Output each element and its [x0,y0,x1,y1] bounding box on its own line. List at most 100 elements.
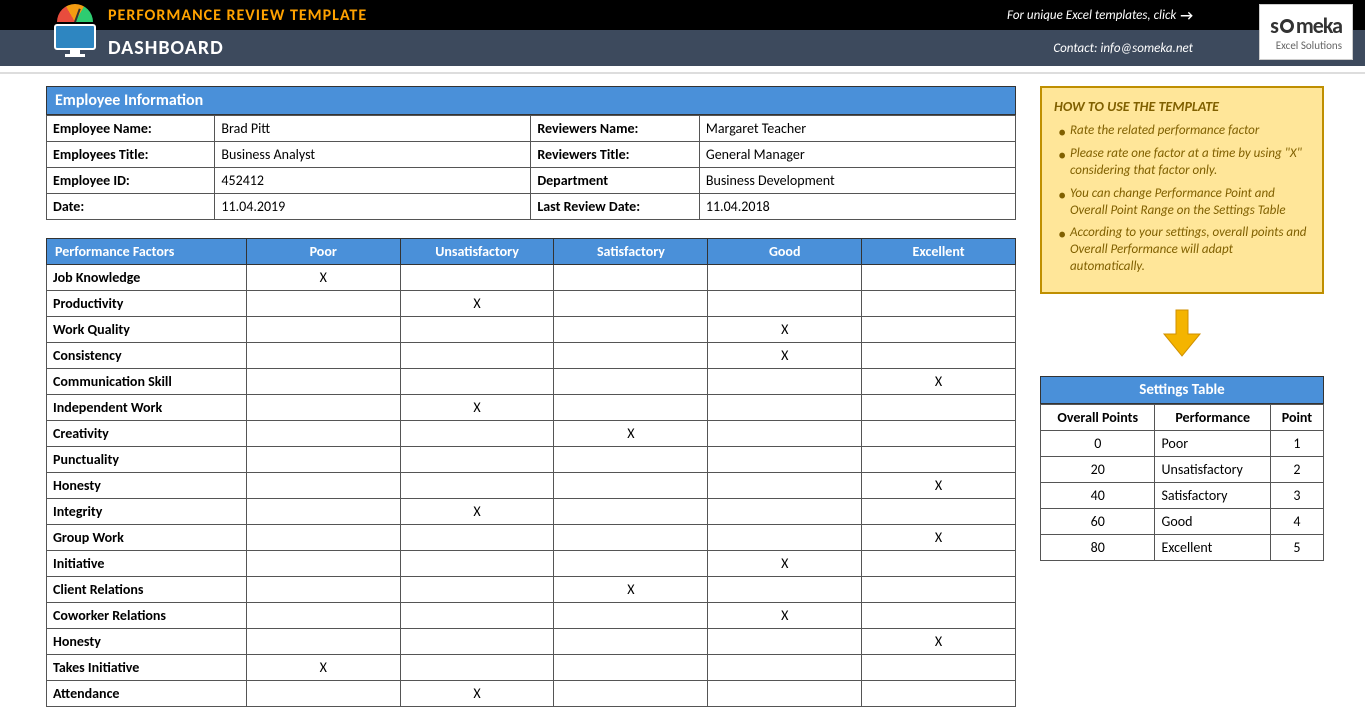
emp-value[interactable]: Business Analyst [215,142,531,168]
rating-cell[interactable] [708,525,862,551]
rating-cell[interactable] [862,577,1016,603]
rating-cell[interactable] [246,681,400,707]
performance-cell[interactable]: Good [1155,509,1270,535]
rating-cell[interactable] [246,447,400,473]
rating-cell[interactable] [708,369,862,395]
rating-cell[interactable] [246,551,400,577]
rating-cell[interactable] [708,447,862,473]
rating-cell[interactable] [246,577,400,603]
rating-cell[interactable] [246,499,400,525]
rating-cell[interactable]: X [400,395,554,421]
someka-badge[interactable]: smeka Excel Solutions [1259,4,1353,60]
rating-cell[interactable] [246,343,400,369]
rating-cell[interactable] [708,473,862,499]
point-cell[interactable]: 1 [1270,431,1323,457]
rating-cell[interactable] [862,421,1016,447]
performance-cell[interactable]: Satisfactory [1155,483,1270,509]
rating-cell[interactable] [554,291,708,317]
rating-cell[interactable] [246,473,400,499]
rating-cell[interactable]: X [708,317,862,343]
emp-value[interactable]: Brad Pitt [215,116,531,142]
rating-cell[interactable] [708,681,862,707]
rating-cell[interactable] [400,421,554,447]
rating-cell[interactable] [246,291,400,317]
rating-cell[interactable] [400,473,554,499]
point-cell[interactable]: 5 [1270,535,1323,561]
rating-cell[interactable]: X [862,369,1016,395]
rating-cell[interactable] [400,525,554,551]
rating-cell[interactable] [708,291,862,317]
rating-cell[interactable]: X [554,577,708,603]
rating-cell[interactable]: X [246,265,400,291]
rating-cell[interactable]: X [862,629,1016,655]
rating-cell[interactable] [862,395,1016,421]
rating-cell[interactable] [400,447,554,473]
rating-cell[interactable] [708,421,862,447]
rating-cell[interactable] [554,551,708,577]
rating-cell[interactable] [554,265,708,291]
rating-cell[interactable] [708,265,862,291]
rating-cell[interactable] [554,681,708,707]
point-cell[interactable]: 4 [1270,509,1323,535]
rating-cell[interactable] [708,655,862,681]
rating-cell[interactable] [554,395,708,421]
rating-cell[interactable] [246,317,400,343]
performance-cell[interactable]: Poor [1155,431,1270,457]
overall-points-cell[interactable]: 40 [1041,483,1155,509]
rating-cell[interactable]: X [246,655,400,681]
rating-cell[interactable] [554,317,708,343]
rating-cell[interactable] [246,629,400,655]
rating-cell[interactable] [400,369,554,395]
overall-points-cell[interactable]: 60 [1041,509,1155,535]
point-cell[interactable]: 3 [1270,483,1323,509]
rating-cell[interactable]: X [400,681,554,707]
rating-cell[interactable] [554,343,708,369]
rating-cell[interactable]: X [554,421,708,447]
emp-value[interactable]: Margaret Teacher [699,116,1015,142]
rating-cell[interactable] [246,395,400,421]
rating-cell[interactable] [862,317,1016,343]
rating-cell[interactable] [400,317,554,343]
rating-cell[interactable] [400,265,554,291]
rating-cell[interactable] [554,473,708,499]
rating-cell[interactable] [400,577,554,603]
rating-cell[interactable] [554,603,708,629]
arrow-right-icon[interactable]: → [1180,7,1193,24]
overall-points-cell[interactable]: 0 [1041,431,1155,457]
rating-cell[interactable] [246,369,400,395]
performance-cell[interactable]: Unsatisfactory [1155,457,1270,483]
rating-cell[interactable]: X [708,603,862,629]
emp-value[interactable]: 452412 [215,168,531,194]
rating-cell[interactable]: X [708,551,862,577]
rating-cell[interactable] [862,291,1016,317]
templates-link-text[interactable]: For unique Excel templates, click [1007,8,1176,23]
rating-cell[interactable] [400,629,554,655]
rating-cell[interactable] [246,603,400,629]
emp-value[interactable]: 11.04.2018 [699,194,1015,220]
rating-cell[interactable]: X [400,499,554,525]
emp-value[interactable]: General Manager [699,142,1015,168]
rating-cell[interactable] [554,499,708,525]
rating-cell[interactable] [862,655,1016,681]
rating-cell[interactable] [708,577,862,603]
overall-points-cell[interactable]: 20 [1041,457,1155,483]
rating-cell[interactable] [708,395,862,421]
rating-cell[interactable] [862,603,1016,629]
rating-cell[interactable] [862,343,1016,369]
rating-cell[interactable] [246,421,400,447]
rating-cell[interactable] [554,369,708,395]
rating-cell[interactable] [400,343,554,369]
rating-cell[interactable] [554,447,708,473]
rating-cell[interactable]: X [400,291,554,317]
rating-cell[interactable] [708,629,862,655]
rating-cell[interactable] [400,603,554,629]
rating-cell[interactable] [862,551,1016,577]
rating-cell[interactable] [400,551,554,577]
rating-cell[interactable] [708,499,862,525]
rating-cell[interactable] [862,265,1016,291]
rating-cell[interactable] [246,525,400,551]
rating-cell[interactable] [862,447,1016,473]
rating-cell[interactable]: X [862,525,1016,551]
rating-cell[interactable] [554,655,708,681]
rating-cell[interactable]: X [862,473,1016,499]
